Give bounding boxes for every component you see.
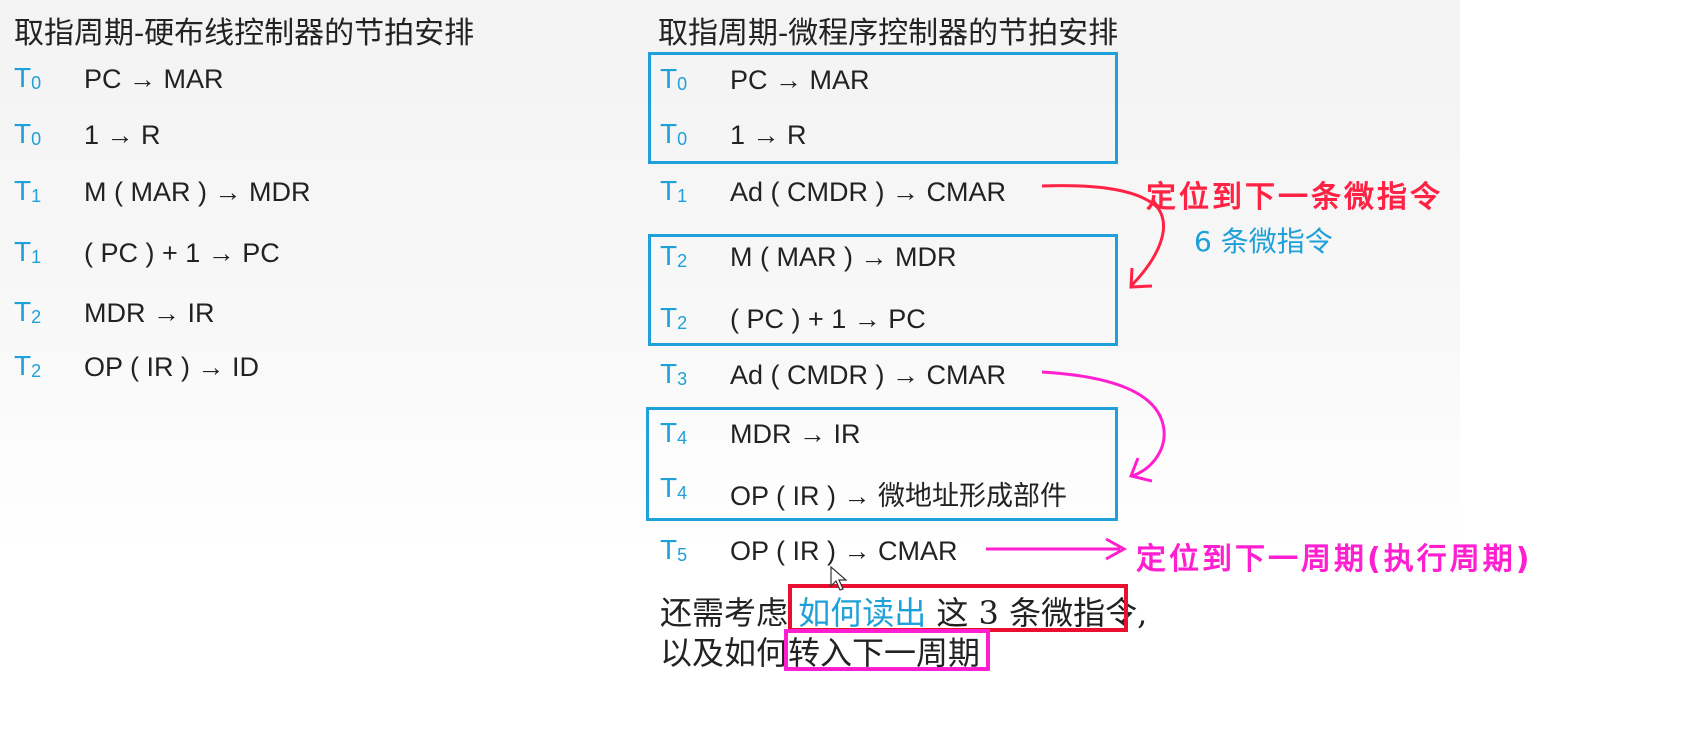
annotation-next-micro: 定位到下一条微指令 [1146, 180, 1443, 215]
magenta-curve-arrow [1041, 370, 1166, 478]
annotation-next-cycle: 定位到下一周期(执行周期) [1136, 542, 1533, 577]
magenta-arrowhead [1128, 457, 1153, 483]
annotation-arrows [986, 184, 1166, 561]
annotation-six-micro: 6 条微指令 [1194, 225, 1333, 258]
